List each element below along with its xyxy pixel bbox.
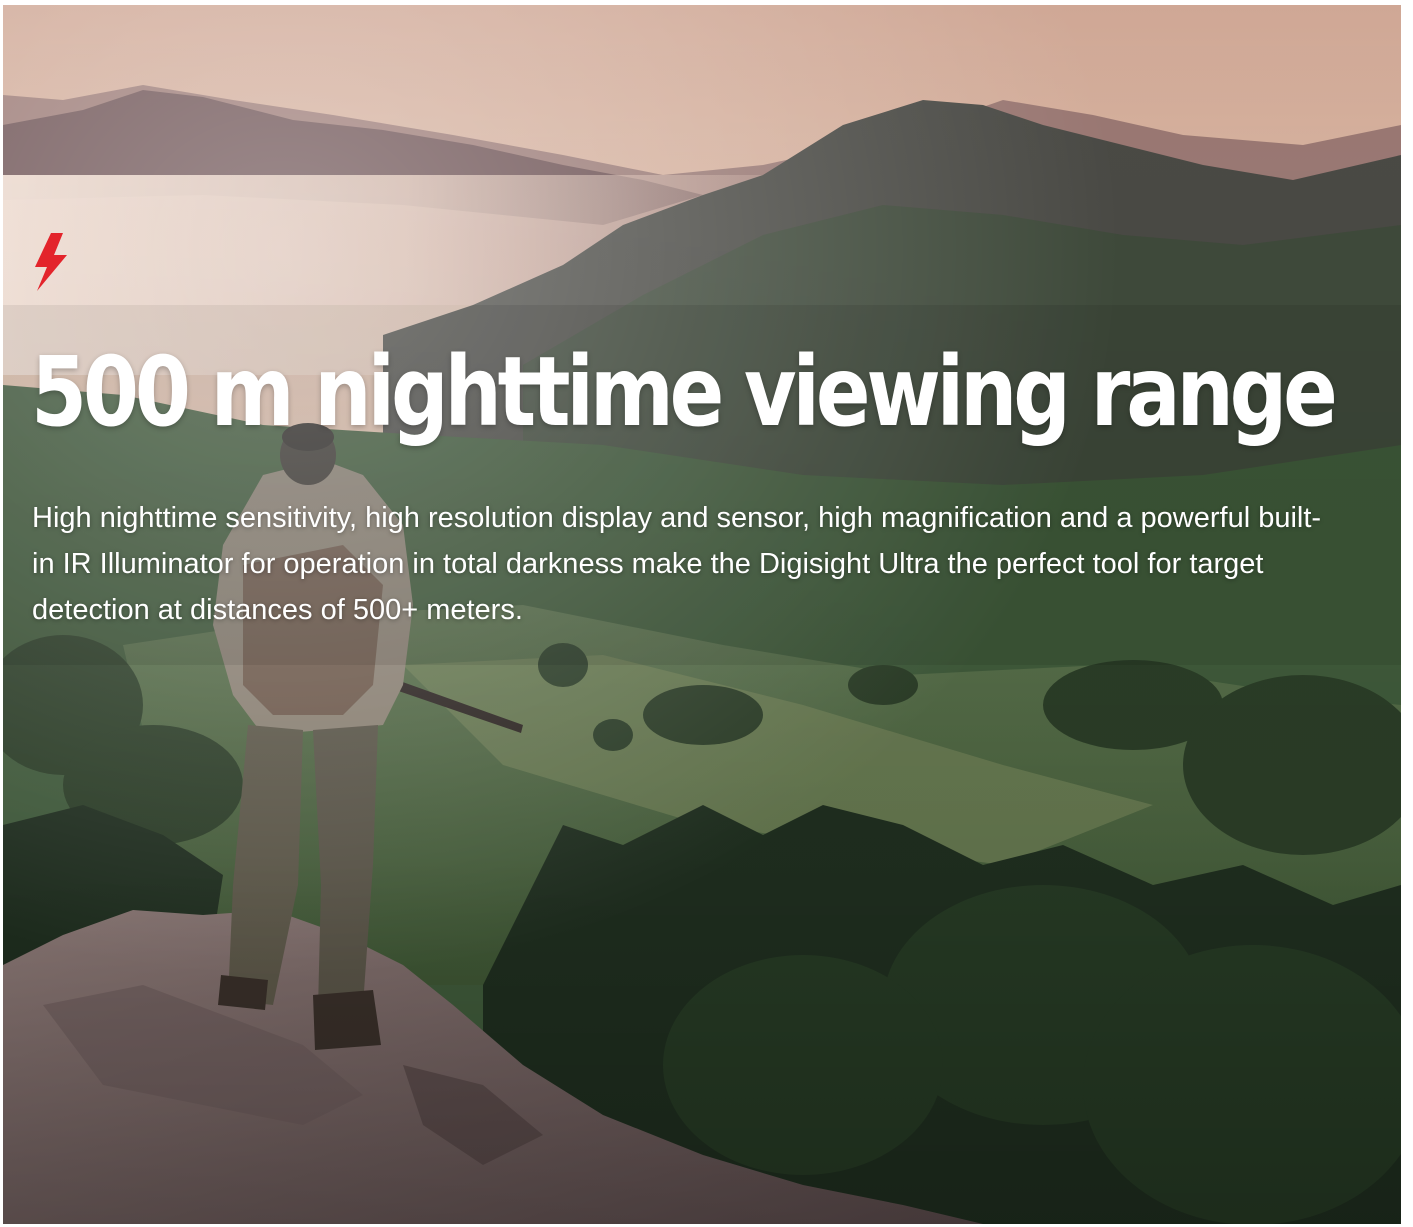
hero-section: 500 m nighttime viewing range High night… [3, 5, 1401, 1224]
lightning-bolt-icon [35, 233, 67, 291]
hero-title: 500 m nighttime viewing range [31, 336, 1338, 448]
hero-description: High nighttime sensitivity, high resolut… [32, 502, 1322, 626]
